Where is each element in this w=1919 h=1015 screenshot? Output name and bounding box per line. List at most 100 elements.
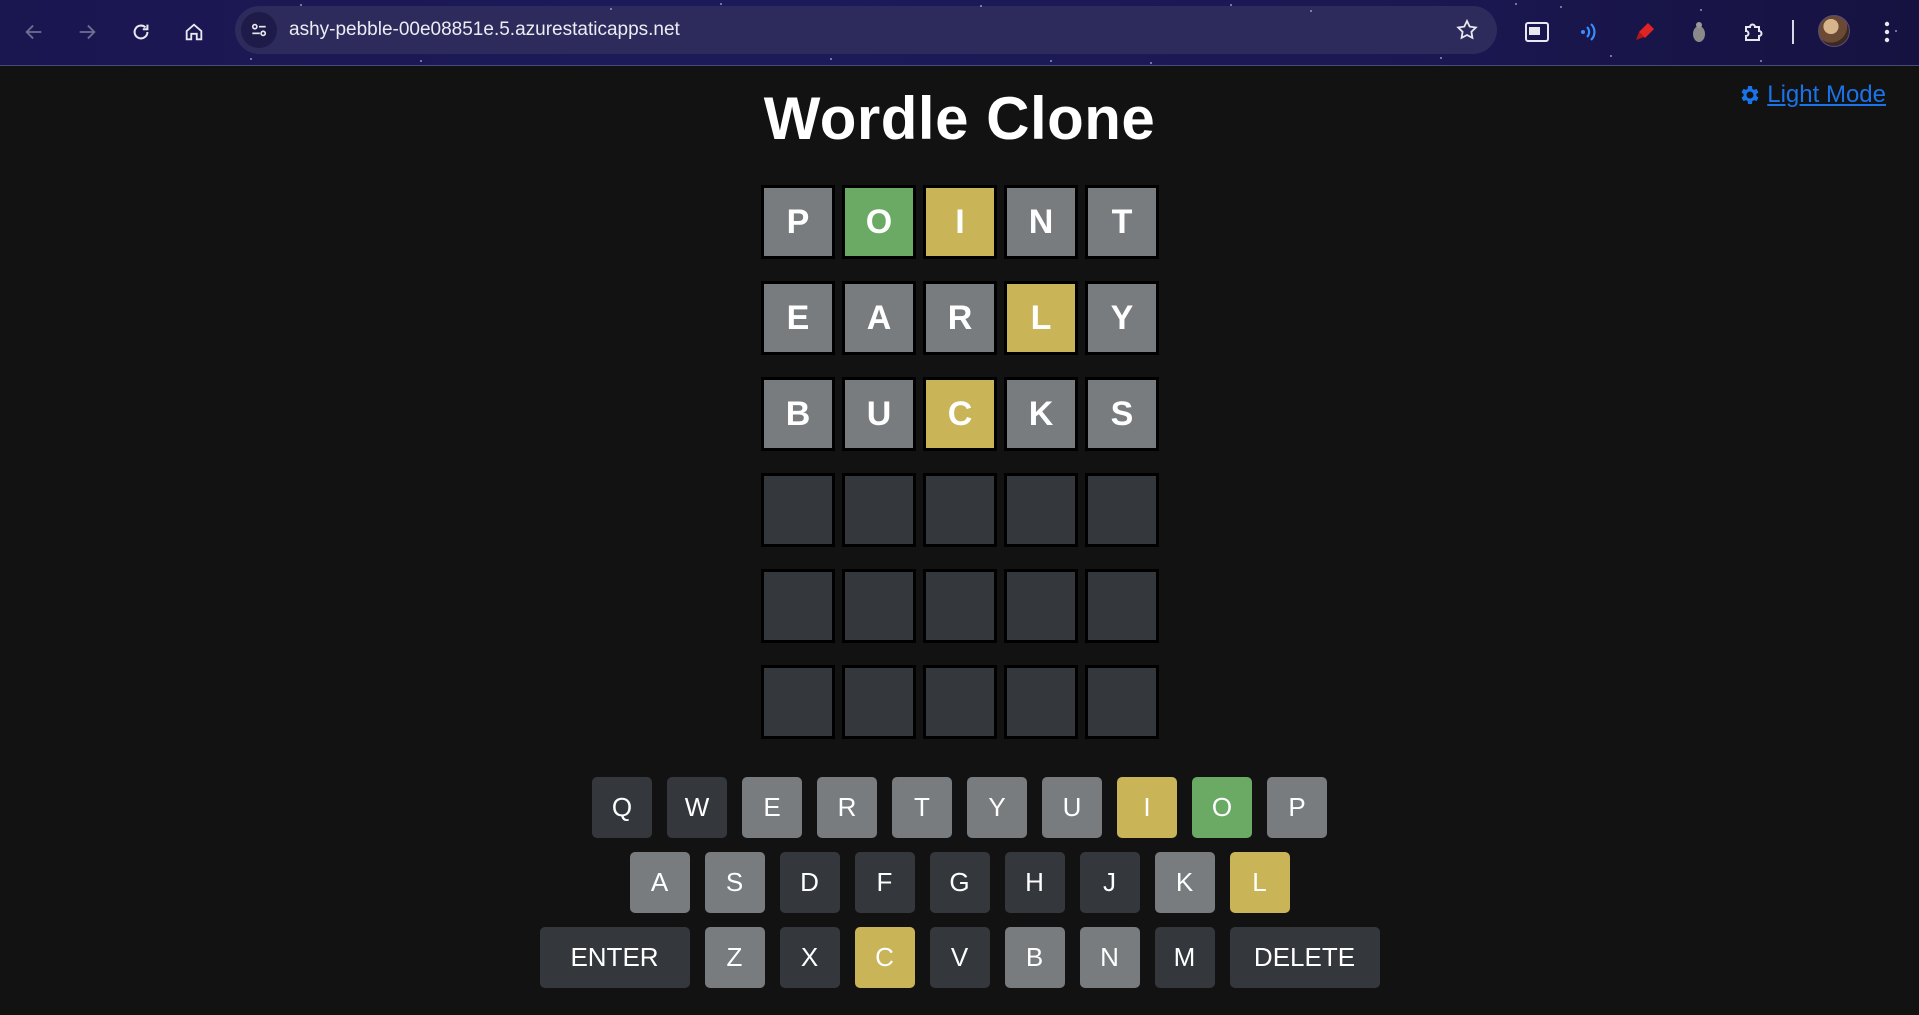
board-tile: L <box>1004 281 1078 355</box>
key-p[interactable]: P <box>1267 777 1327 838</box>
board-tile: Y <box>1085 281 1159 355</box>
board-tile <box>1004 665 1078 739</box>
key-h[interactable]: H <box>1004 852 1065 913</box>
key-u[interactable]: U <box>1042 777 1102 838</box>
gear-icon <box>1737 82 1763 108</box>
star-decoration <box>1560 6 1562 8</box>
light-mode-toggle[interactable]: Light Mode <box>1737 81 1886 109</box>
star-decoration <box>1610 55 1612 57</box>
key-v[interactable]: V <box>929 927 990 988</box>
star-decoration <box>1440 57 1442 59</box>
key-e[interactable]: E <box>742 777 802 838</box>
key-b[interactable]: B <box>1004 927 1065 988</box>
light-mode-label[interactable]: Light Mode <box>1767 81 1886 109</box>
extensions-button[interactable] <box>1735 14 1771 50</box>
board-tile <box>761 473 835 547</box>
board-tile <box>923 569 997 643</box>
page: Wordle Clone Light Mode POINTEARLYBUCKS … <box>0 67 1919 1015</box>
forward-button[interactable] <box>69 14 105 50</box>
key-q[interactable]: Q <box>592 777 652 838</box>
board-tile <box>1085 473 1159 547</box>
key-a[interactable]: A <box>629 852 690 913</box>
star-decoration <box>830 58 832 60</box>
key-i[interactable]: I <box>1117 777 1177 838</box>
home-button[interactable] <box>176 14 212 50</box>
key-d[interactable]: D <box>779 852 840 913</box>
board-tile <box>923 665 997 739</box>
picture-in-picture-icon <box>1525 22 1549 42</box>
board-tile: B <box>761 377 835 451</box>
key-delete[interactable]: DELETE <box>1229 927 1380 988</box>
key-k[interactable]: K <box>1154 852 1215 913</box>
star-decoration <box>1150 62 1152 64</box>
board-tile: I <box>923 185 997 259</box>
key-s[interactable]: S <box>704 852 765 913</box>
key-f[interactable]: F <box>854 852 915 913</box>
key-w[interactable]: W <box>667 777 727 838</box>
reload-button[interactable] <box>123 14 159 50</box>
board-tile: E <box>761 281 835 355</box>
arrow-right-icon <box>79 24 96 40</box>
key-n[interactable]: N <box>1079 927 1140 988</box>
bug-extension[interactable] <box>1681 14 1717 50</box>
back-button[interactable] <box>16 14 52 50</box>
game-board: POINT EARLY BUCKS <box>761 185 1159 739</box>
board-tile: T <box>1085 185 1159 259</box>
toolbar-separator <box>1792 20 1794 44</box>
address-bar[interactable]: ashy-pebble-00e08851e.5.azurestaticapps.… <box>235 6 1497 54</box>
browser-toolbar: ashy-pebble-00e08851e.5.azurestaticapps.… <box>0 0 1919 66</box>
star-decoration <box>1310 10 1312 12</box>
star-decoration <box>980 5 982 7</box>
board-tile: K <box>1004 377 1078 451</box>
star-decoration <box>1515 3 1517 5</box>
board-tile <box>923 473 997 547</box>
board-tile: S <box>1085 377 1159 451</box>
menu-button[interactable] <box>1869 14 1905 50</box>
home-icon <box>185 23 203 41</box>
board-tile: N <box>1004 185 1078 259</box>
page-title: Wordle Clone <box>763 85 1156 152</box>
puzzle-icon <box>1745 23 1763 41</box>
board-tile: A <box>842 281 916 355</box>
highlighter-extension[interactable] <box>1627 14 1663 50</box>
key-t[interactable]: T <box>892 777 952 838</box>
board-tile <box>1004 473 1078 547</box>
reload-icon <box>133 24 149 40</box>
star-decoration <box>1700 9 1702 11</box>
site-info-button[interactable] <box>241 12 277 48</box>
url-text[interactable]: ashy-pebble-00e08851e.5.azurestaticapps.… <box>289 6 680 54</box>
board-tile: C <box>923 377 997 451</box>
star-decoration <box>610 8 612 10</box>
star-decoration <box>1050 60 1052 62</box>
key-l[interactable]: L <box>1229 852 1290 913</box>
keyboard-row: QWERTYUIOP <box>0 777 1919 838</box>
key-x[interactable]: X <box>779 927 840 988</box>
key-y[interactable]: Y <box>967 777 1027 838</box>
marker-icon <box>1636 23 1654 40</box>
key-m[interactable]: M <box>1154 927 1215 988</box>
picture-in-picture-button[interactable] <box>1519 14 1555 50</box>
board-tile: U <box>842 377 916 451</box>
profile-avatar[interactable] <box>1818 15 1850 47</box>
bookmark-button[interactable] <box>1455 18 1479 42</box>
star-decoration <box>1895 30 1897 32</box>
star-decoration <box>1760 60 1762 62</box>
star-icon <box>1456 18 1478 40</box>
key-z[interactable]: Z <box>704 927 765 988</box>
star-decoration <box>1230 4 1232 6</box>
key-r[interactable]: R <box>817 777 877 838</box>
star-decoration <box>250 58 252 60</box>
keyboard-row: ENTER Z X C V B N M DELETE <box>0 927 1919 988</box>
board-tile <box>761 665 835 739</box>
board-tile <box>842 665 916 739</box>
key-g[interactable]: G <box>929 852 990 913</box>
key-enter[interactable]: ENTER <box>539 927 690 988</box>
key-o[interactable]: O <box>1192 777 1252 838</box>
read-aloud-extension[interactable] <box>1571 14 1607 50</box>
key-j[interactable]: J <box>1079 852 1140 913</box>
board-tile: O <box>842 185 916 259</box>
keyboard-row: ASDFGHJKL <box>0 852 1919 913</box>
tune-icon <box>251 23 267 37</box>
key-c[interactable]: C <box>854 927 915 988</box>
board-tile: R <box>923 281 997 355</box>
